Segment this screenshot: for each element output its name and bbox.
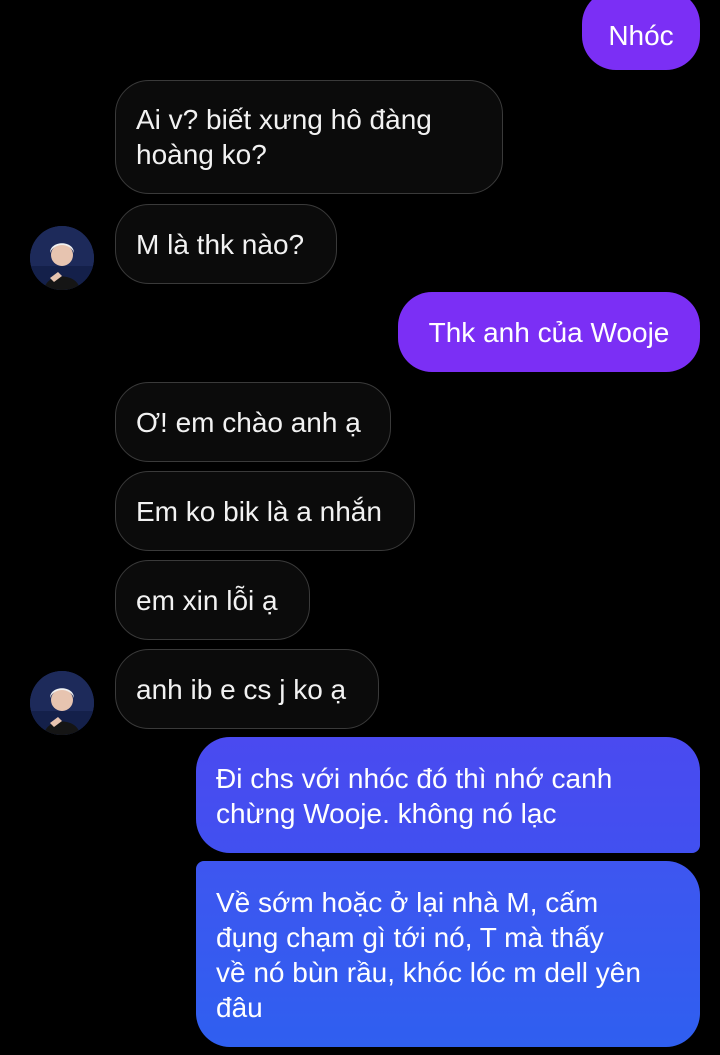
message-text: Ai v? biết xưng hô đàng hoàng ko? bbox=[136, 104, 432, 170]
message-text: M là thk nào? bbox=[136, 228, 305, 260]
incoming-message-bubble[interactable]: em xin lỗi ạ bbox=[115, 560, 310, 640]
contact-avatar[interactable] bbox=[30, 671, 94, 735]
contact-avatar[interactable] bbox=[30, 226, 94, 290]
outgoing-message-bubble[interactable]: Đi chs với nhóc đó thì nhớ canh chừng Wo… bbox=[196, 737, 700, 853]
message-text: Đi chs với nhóc đó thì nhớ canh chừng Wo… bbox=[216, 763, 613, 829]
outgoing-message-bubble[interactable]: Thk anh của Wooje bbox=[398, 292, 700, 372]
incoming-message-bubble[interactable]: Ơ! em chào anh ạ bbox=[115, 382, 391, 462]
message-text: Thk anh của Wooje bbox=[428, 316, 670, 348]
message-text: em xin lỗi ạ bbox=[136, 584, 278, 616]
outgoing-message-bubble[interactable]: Về sớm hoặc ở lại nhà M, cấm đụng chạm g… bbox=[196, 861, 700, 1047]
contact-avatar-icon bbox=[30, 671, 94, 735]
incoming-message-bubble[interactable]: M là thk nào? bbox=[115, 204, 337, 284]
message-text: Ơ! em chào anh ạ bbox=[136, 406, 361, 438]
incoming-message-bubble[interactable]: Ai v? biết xưng hô đàng hoàng ko? bbox=[115, 80, 503, 194]
message-text: Về sớm hoặc ở lại nhà M, cấm đụng chạm g… bbox=[216, 887, 641, 1023]
message-text: Nhóc bbox=[608, 19, 674, 51]
incoming-message-bubble[interactable]: anh ib e cs j ko ạ bbox=[115, 649, 379, 729]
contact-avatar-icon bbox=[30, 226, 94, 290]
message-text: Em ko bik là a nhắn bbox=[136, 495, 382, 527]
chat-thread: Nhóc Ai v? biết xưng hô đàng hoàng ko? M… bbox=[0, 0, 720, 1055]
message-text: anh ib e cs j ko ạ bbox=[136, 673, 347, 705]
incoming-message-bubble[interactable]: Em ko bik là a nhắn bbox=[115, 471, 415, 551]
outgoing-message-bubble[interactable]: Nhóc bbox=[582, 0, 700, 70]
